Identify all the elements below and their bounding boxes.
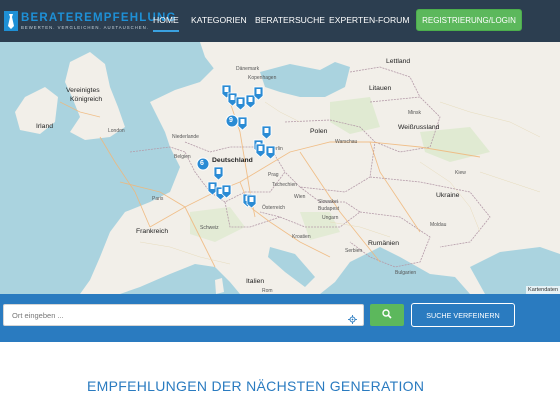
map-view[interactable]: Vereinigtes Königreich Irland London Nie… (0, 42, 560, 294)
search-button[interactable] (370, 304, 404, 326)
nav-kategorien[interactable]: KATEGORIEN (191, 15, 247, 25)
nav-home[interactable]: HOME (153, 15, 179, 32)
map-markers-layer (196, 84, 276, 209)
section-heading: EMPFEHLUNGEN DER NÄCHSTEN GENERATION (87, 378, 425, 394)
locate-icon[interactable] (348, 311, 357, 324)
cluster-count: 9 (229, 117, 233, 124)
map-pin[interactable] (235, 96, 246, 111)
cluster-count: 6 (200, 160, 204, 167)
map-attribution[interactable]: Kartendaten (526, 286, 560, 294)
location-input[interactable] (4, 305, 344, 326)
site-header: BERATEREMPFEHLUNG BEWERTEN. VERGLEICHEN.… (0, 0, 560, 42)
map-pin[interactable] (265, 145, 276, 160)
map-pin[interactable] (255, 143, 266, 158)
map-pin[interactable] (237, 116, 248, 131)
map-pin[interactable] (213, 166, 224, 181)
refine-search-button[interactable]: SUCHE VERFEINERN (411, 303, 515, 327)
map-pin[interactable] (261, 125, 272, 140)
nav-beratersuche[interactable]: BERATERSUCHE (255, 15, 325, 25)
nav-experten-forum[interactable]: EXPERTEN-FORUM (329, 15, 410, 25)
tie-icon (4, 10, 18, 32)
location-search-field[interactable] (3, 304, 364, 326)
search-icon (382, 306, 392, 324)
brand-logo[interactable]: BERATEREMPFEHLUNG BEWERTEN. VERGLEICHEN.… (4, 8, 177, 34)
map-pin[interactable] (245, 94, 256, 109)
register-login-button[interactable]: REGISTRIERUNG/LOGIN (416, 9, 522, 31)
search-bar: SUCHE VERFEINERN (0, 294, 560, 342)
